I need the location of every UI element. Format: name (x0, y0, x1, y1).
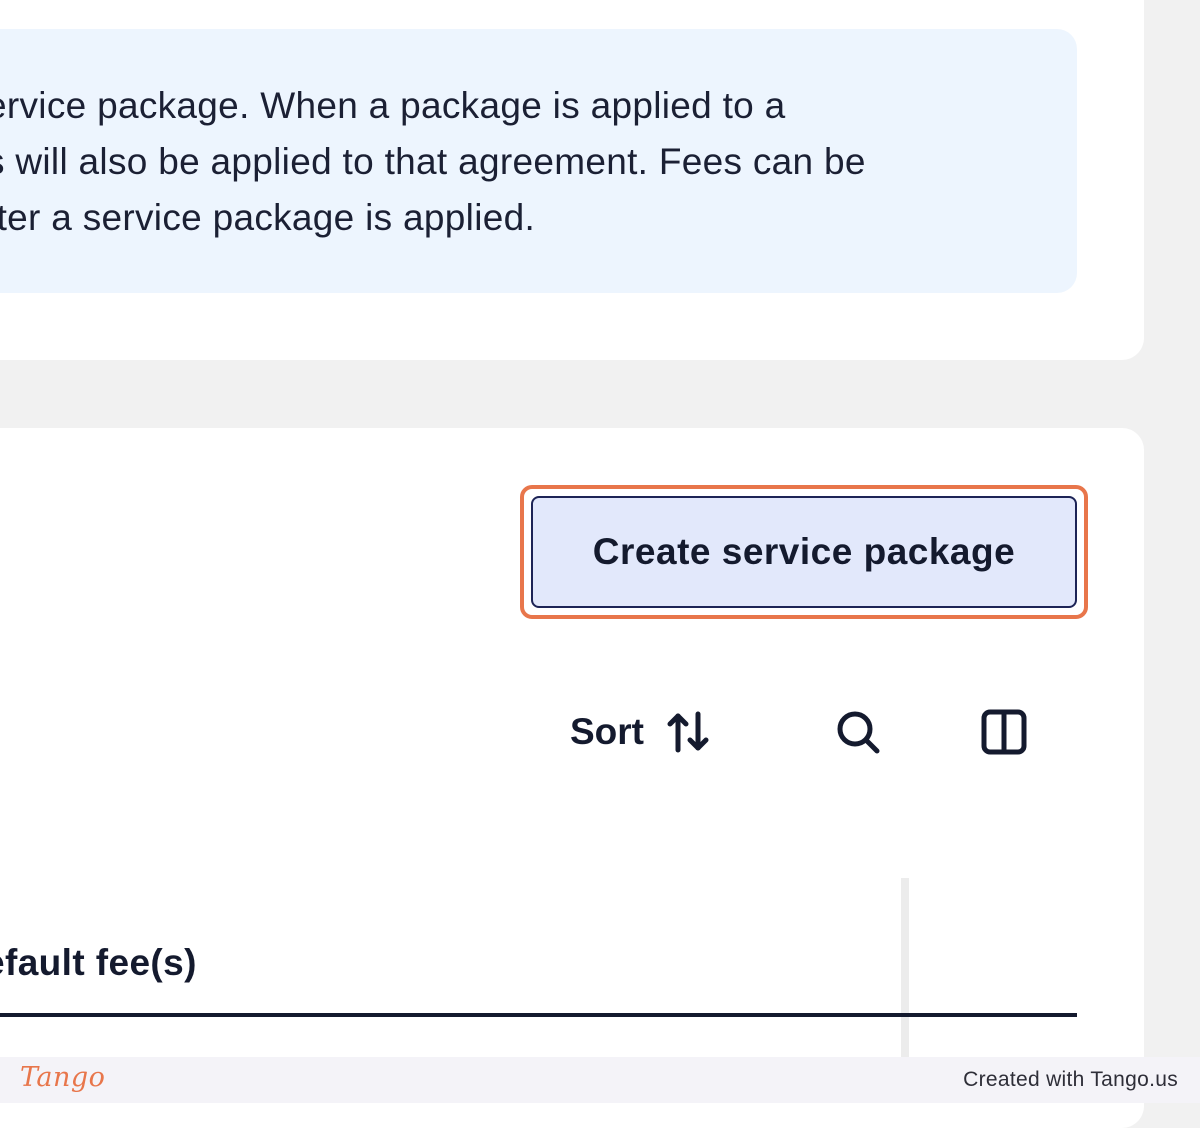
sort-button[interactable]: Sort (566, 706, 716, 758)
table-header-default-fees[interactable]: efault fee(s) (0, 938, 197, 988)
tango-logo: Tango (20, 1062, 106, 1093)
columns-button[interactable] (976, 704, 1032, 760)
column-resize-handle[interactable] (901, 878, 909, 1058)
info-line-3: fter a service package is applied. (0, 197, 536, 238)
create-service-package-button[interactable]: Create service package (531, 496, 1077, 608)
footer-credit: Created with Tango.us (963, 1068, 1178, 1091)
search-button[interactable] (830, 704, 886, 760)
sort-arrows-icon (667, 711, 709, 753)
info-panel: ervice package. When a package is applie… (0, 29, 1077, 293)
search-icon (837, 711, 880, 754)
page: { "info_panel": { "lines": [ "ervice pac… (0, 0, 1200, 1128)
info-line-1: ervice package. When a package is applie… (0, 85, 786, 126)
sort-label: Sort (570, 711, 644, 752)
table-header-divider (0, 1013, 1077, 1017)
columns-icon (981, 709, 1027, 755)
table-header-label: efault fee(s) (0, 942, 197, 983)
info-line-2: s will also be applied to that agreement… (0, 141, 866, 182)
